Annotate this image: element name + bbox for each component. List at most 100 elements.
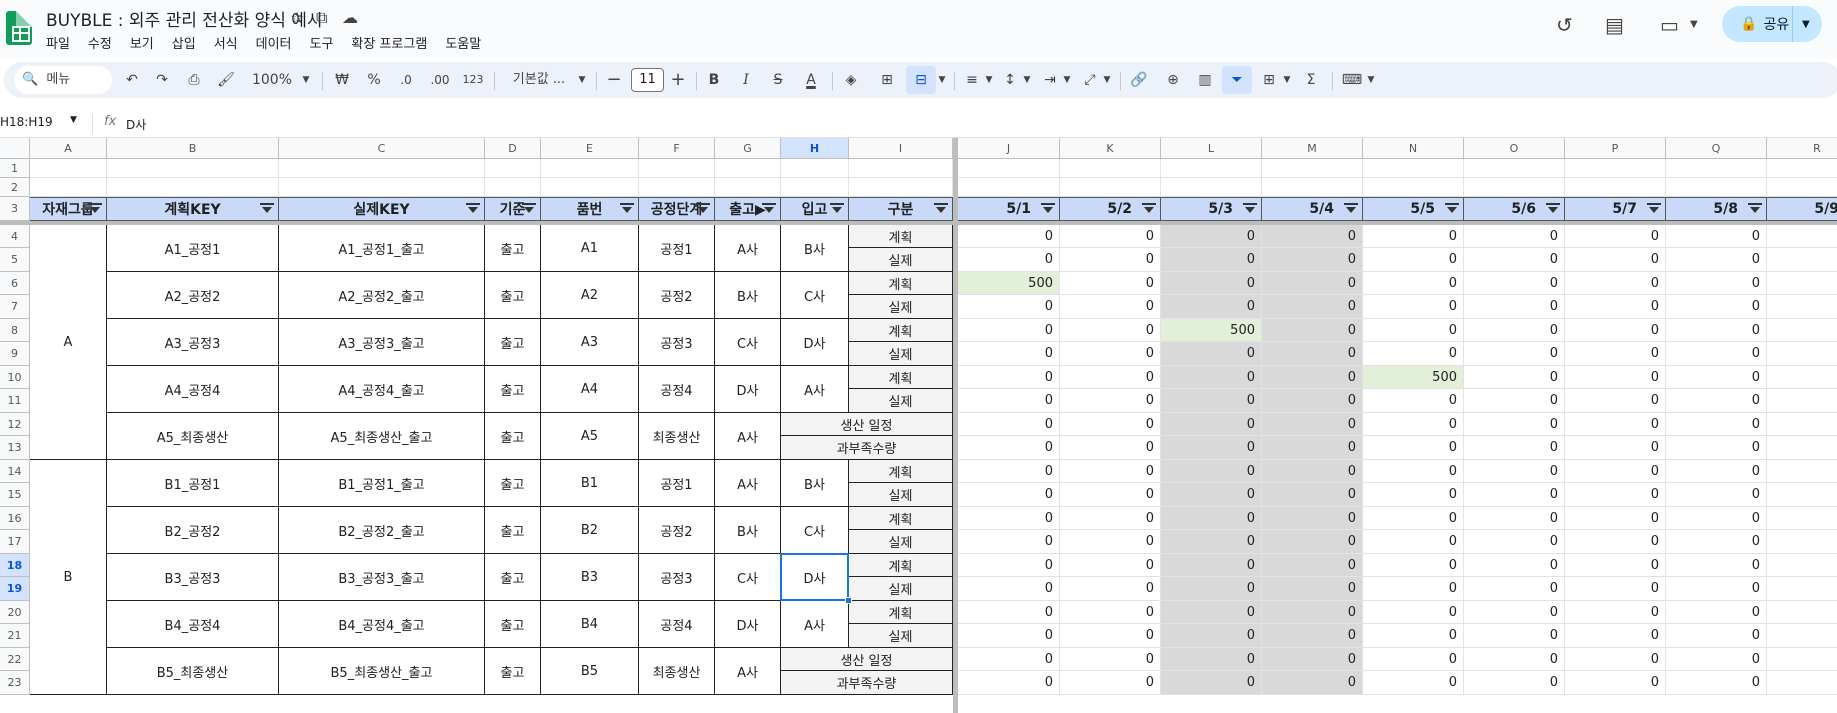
decrease-decimal-button[interactable]: .0	[394, 62, 418, 98]
column-header-B[interactable]: B	[107, 138, 279, 159]
date-header-cell[interactable]: 5/1	[958, 197, 1060, 221]
value-cell[interactable]: 0	[1565, 530, 1666, 554]
search-menu-button[interactable]: 🔍 메뉴	[14, 66, 112, 94]
value-cell[interactable]: 0	[1060, 577, 1161, 601]
part-number-cell[interactable]: B4	[541, 601, 639, 648]
value-cell[interactable]: 0	[1262, 507, 1363, 530]
value-cell[interactable]: 0	[1161, 342, 1262, 366]
type-cell[interactable]: 계획	[849, 225, 953, 248]
row-header-15[interactable]: 15	[0, 483, 30, 507]
font-size-input[interactable]: 11	[631, 68, 664, 92]
cell[interactable]	[781, 178, 849, 197]
share-dropdown-icon[interactable]: ▼	[1802, 19, 1810, 30]
fill-handle[interactable]	[845, 597, 852, 604]
value-cell[interactable]: 0	[1464, 530, 1565, 554]
text-rotation-icon[interactable]: ⤢	[1080, 62, 1100, 98]
selection-range[interactable]	[780, 553, 849, 601]
type-cell[interactable]: 계획	[849, 554, 953, 577]
value-cell[interactable]: 0	[958, 648, 1060, 671]
stage-cell[interactable]: 공정2	[639, 272, 715, 319]
value-cell[interactable]: 0	[1363, 530, 1464, 554]
header-cell[interactable]: 출고▶	[715, 197, 781, 221]
column-header-F[interactable]: F	[639, 138, 715, 159]
menu-item-2[interactable]: 보기	[130, 33, 154, 52]
value-cell[interactable]: 0	[1565, 624, 1666, 648]
type-cell[interactable]: 과부족수량	[781, 436, 953, 460]
filter-icon[interactable]	[934, 203, 948, 213]
value-cell[interactable]: 0	[1262, 272, 1363, 295]
value-cell[interactable]: 0	[1666, 483, 1767, 507]
cell[interactable]	[1767, 178, 1837, 197]
cell[interactable]	[781, 159, 849, 178]
row-header-23[interactable]: 23	[0, 671, 30, 695]
value-cell[interactable]: 0	[1666, 342, 1767, 366]
type-cell[interactable]: 계획	[849, 507, 953, 530]
cell[interactable]	[541, 159, 639, 178]
value-cell[interactable]: 0	[1060, 530, 1161, 554]
column-header-A[interactable]: A	[30, 138, 107, 159]
select-all-corner[interactable]	[0, 138, 30, 159]
type-cell[interactable]: 생산 일정	[781, 648, 953, 671]
value-cell[interactable]: 0	[1464, 272, 1565, 295]
value-cell[interactable]: 0	[1666, 225, 1767, 248]
value-cell[interactable]: 0	[1565, 554, 1666, 577]
value-cell[interactable]: 0	[1565, 342, 1666, 366]
filter-icon[interactable]	[466, 203, 480, 213]
column-header-I[interactable]: I	[849, 138, 953, 159]
filter-icon[interactable]	[1243, 203, 1257, 213]
value-cell[interactable]: 500	[958, 272, 1060, 295]
value-cell[interactable]: 0	[1666, 295, 1767, 319]
actual-key-cell[interactable]: A2_공정2_출고	[279, 272, 485, 319]
percent-format-button[interactable]: %	[364, 62, 384, 98]
cell[interactable]	[639, 178, 715, 197]
part-number-cell[interactable]: A4	[541, 366, 639, 413]
value-cell[interactable]: 0	[1565, 248, 1666, 272]
value-cell[interactable]	[1767, 554, 1837, 577]
value-cell[interactable]: 0	[1464, 648, 1565, 671]
vertical-align-dropdown-icon[interactable]: ▼	[1022, 62, 1032, 98]
value-cell[interactable]: 0	[1262, 319, 1363, 342]
value-cell[interactable]: 0	[1464, 460, 1565, 483]
header-cell[interactable]: 공정단계	[639, 197, 715, 221]
value-cell[interactable]: 0	[1666, 366, 1767, 389]
column-header-E[interactable]: E	[541, 138, 639, 159]
row-header-6[interactable]: 6	[0, 272, 30, 295]
out-vendor-cell[interactable]: D사	[715, 601, 781, 648]
value-cell[interactable]: 0	[1363, 577, 1464, 601]
row-header-9[interactable]: 9	[0, 342, 30, 366]
value-cell[interactable]: 0	[1262, 577, 1363, 601]
value-cell[interactable]: 0	[1666, 554, 1767, 577]
cell[interactable]	[1060, 159, 1161, 178]
star-icon[interactable]: ☆	[290, 8, 304, 27]
value-cell[interactable]: 0	[1464, 507, 1565, 530]
in-vendor-cell[interactable]: A사	[781, 366, 849, 413]
value-cell[interactable]: 0	[1262, 601, 1363, 624]
merge-dropdown-icon[interactable]: ▼	[936, 62, 948, 98]
type-cell[interactable]: 실제	[849, 389, 953, 413]
value-cell[interactable]: 0	[958, 577, 1060, 601]
cell[interactable]	[1262, 159, 1363, 178]
type-cell[interactable]: 실제	[849, 624, 953, 648]
value-cell[interactable]: 0	[1363, 671, 1464, 695]
stage-cell[interactable]: 최종생산	[639, 413, 715, 460]
value-cell[interactable]: 0	[1161, 389, 1262, 413]
value-cell[interactable]: 0	[1565, 601, 1666, 624]
cell[interactable]	[107, 159, 279, 178]
value-cell[interactable]: 0	[1060, 295, 1161, 319]
value-cell[interactable]: 0	[1161, 624, 1262, 648]
value-cell[interactable]: 0	[1060, 483, 1161, 507]
value-cell[interactable]: 0	[958, 295, 1060, 319]
value-cell[interactable]: 0	[1565, 272, 1666, 295]
value-cell[interactable]: 0	[958, 319, 1060, 342]
cell[interactable]	[30, 159, 107, 178]
value-cell[interactable]: 0	[1565, 413, 1666, 436]
row-header-14[interactable]: 14	[0, 460, 30, 483]
filter-icon[interactable]	[1748, 203, 1762, 213]
value-cell[interactable]: 0	[1060, 413, 1161, 436]
italic-button[interactable]: I	[736, 62, 756, 98]
value-cell[interactable]	[1767, 413, 1837, 436]
value-cell[interactable]: 0	[1262, 483, 1363, 507]
value-cell[interactable]: 0	[958, 601, 1060, 624]
value-cell[interactable]: 0	[1464, 248, 1565, 272]
value-cell[interactable]: 0	[958, 530, 1060, 554]
